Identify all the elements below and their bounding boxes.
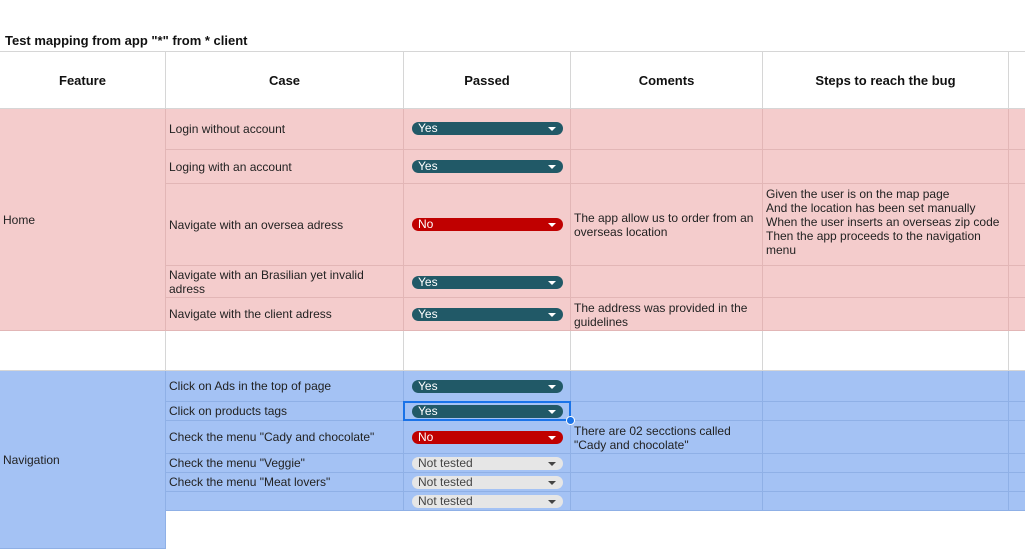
steps-cell[interactable] [763,492,1009,511]
steps-cell[interactable] [763,109,1009,150]
passed-dropdown[interactable]: No [412,431,563,444]
case-cell[interactable] [166,492,404,511]
empty-cell[interactable] [1009,331,1025,371]
steps-cell[interactable] [763,266,1009,298]
extra-cell[interactable] [1009,402,1025,421]
case-cell[interactable]: Navigate with an Brasilian yet invalid a… [166,266,404,298]
dropdown-arrow-icon [548,165,556,169]
comment-cell[interactable]: The address was provided in the guidelin… [571,298,763,331]
empty-cell[interactable] [763,331,1009,371]
passed-value: Yes [418,379,438,393]
extra-cell[interactable] [1009,371,1025,402]
empty-cell[interactable] [0,331,166,371]
dropdown-arrow-icon [548,127,556,131]
extra-cell[interactable] [1009,109,1025,150]
steps-cell[interactable] [763,298,1009,331]
passed-dropdown[interactable]: Yes [412,380,563,393]
fill-handle[interactable] [566,416,575,425]
comment-cell[interactable] [571,473,763,492]
case-cell[interactable]: Login without account [166,109,404,150]
comment-cell[interactable] [571,150,763,184]
case-cell[interactable]: Navigate with an oversea adress [166,184,404,266]
extra-cell[interactable] [1009,266,1025,298]
case-cell[interactable]: Loging with an account [166,150,404,184]
feature-cell-navigation[interactable]: Navigation [0,371,166,549]
comment-cell[interactable] [571,371,763,402]
passed-dropdown[interactable]: Not tested [412,495,563,508]
extra-cell[interactable] [1009,184,1025,266]
steps-cell[interactable] [763,371,1009,402]
passed-value: No [418,217,434,231]
header-steps[interactable]: Steps to reach the bug [763,51,1009,109]
steps-cell[interactable] [763,454,1009,473]
case-cell[interactable]: Check the menu "Cady and chocolate" [166,421,404,454]
comment-cell[interactable] [571,454,763,473]
passed-value: Yes [418,275,438,289]
selected-cell-outline [403,401,571,421]
case-cell[interactable]: Click on products tags [166,402,404,421]
dropdown-arrow-icon [548,223,556,227]
passed-value: Not tested [418,494,473,508]
passed-dropdown[interactable]: Not tested [412,457,563,470]
passed-value: Not tested [418,475,473,489]
feature-cell-home[interactable]: Home [0,109,166,331]
passed-value: No [418,430,434,444]
steps-cell[interactable] [763,402,1009,421]
header-passed[interactable]: Passed [404,51,571,109]
passed-value: Yes [418,121,438,135]
header-case[interactable]: Case [166,51,404,109]
steps-cell[interactable]: Given the user is on the map page And th… [763,184,1009,266]
dropdown-arrow-icon [548,313,556,317]
passed-dropdown[interactable]: Not tested [412,476,563,489]
steps-cell[interactable] [763,473,1009,492]
header-coments[interactable]: Coments [571,51,763,109]
extra-cell[interactable] [1009,454,1025,473]
dropdown-arrow-icon [548,481,556,485]
case-cell[interactable]: Navigate with the client adress [166,298,404,331]
passed-value: Not tested [418,456,473,470]
case-cell[interactable]: Check the menu "Meat lovers" [166,473,404,492]
extra-cell[interactable] [1009,298,1025,331]
comment-cell[interactable] [571,402,763,421]
passed-dropdown[interactable]: Yes [412,160,563,173]
passed-value: Yes [418,159,438,173]
dropdown-arrow-icon [548,281,556,285]
case-cell[interactable]: Check the menu "Veggie" [166,454,404,473]
dropdown-arrow-icon [548,436,556,440]
passed-dropdown[interactable]: No [412,218,563,231]
extra-cell[interactable] [1009,421,1025,454]
dropdown-arrow-icon [548,385,556,389]
passed-dropdown[interactable]: Yes [412,122,563,135]
dropdown-arrow-icon [548,500,556,504]
header-feature[interactable]: Feature [0,51,166,109]
case-cell[interactable]: Click on Ads in the top of page [166,371,404,402]
passed-value: Yes [418,307,438,321]
extra-cell[interactable] [1009,492,1025,511]
dropdown-arrow-icon [548,462,556,466]
comment-cell[interactable] [571,109,763,150]
empty-cell[interactable] [404,331,571,371]
comment-cell[interactable]: The app allow us to order from an overse… [571,184,763,266]
passed-dropdown[interactable]: Yes [412,308,563,321]
steps-cell[interactable] [763,150,1009,184]
extra-cell[interactable] [1009,473,1025,492]
extra-cell[interactable] [1009,150,1025,184]
steps-cell[interactable] [763,421,1009,454]
empty-cell[interactable] [166,331,404,371]
passed-dropdown[interactable]: Yes [412,276,563,289]
sheet-title: Test mapping from app "*" from * client [5,33,248,48]
header-extra[interactable] [1009,51,1025,109]
comment-cell[interactable]: There are 02 secctions called "Cady and … [571,421,763,454]
empty-cell[interactable] [571,331,763,371]
comment-cell[interactable] [571,266,763,298]
comment-cell[interactable] [571,492,763,511]
